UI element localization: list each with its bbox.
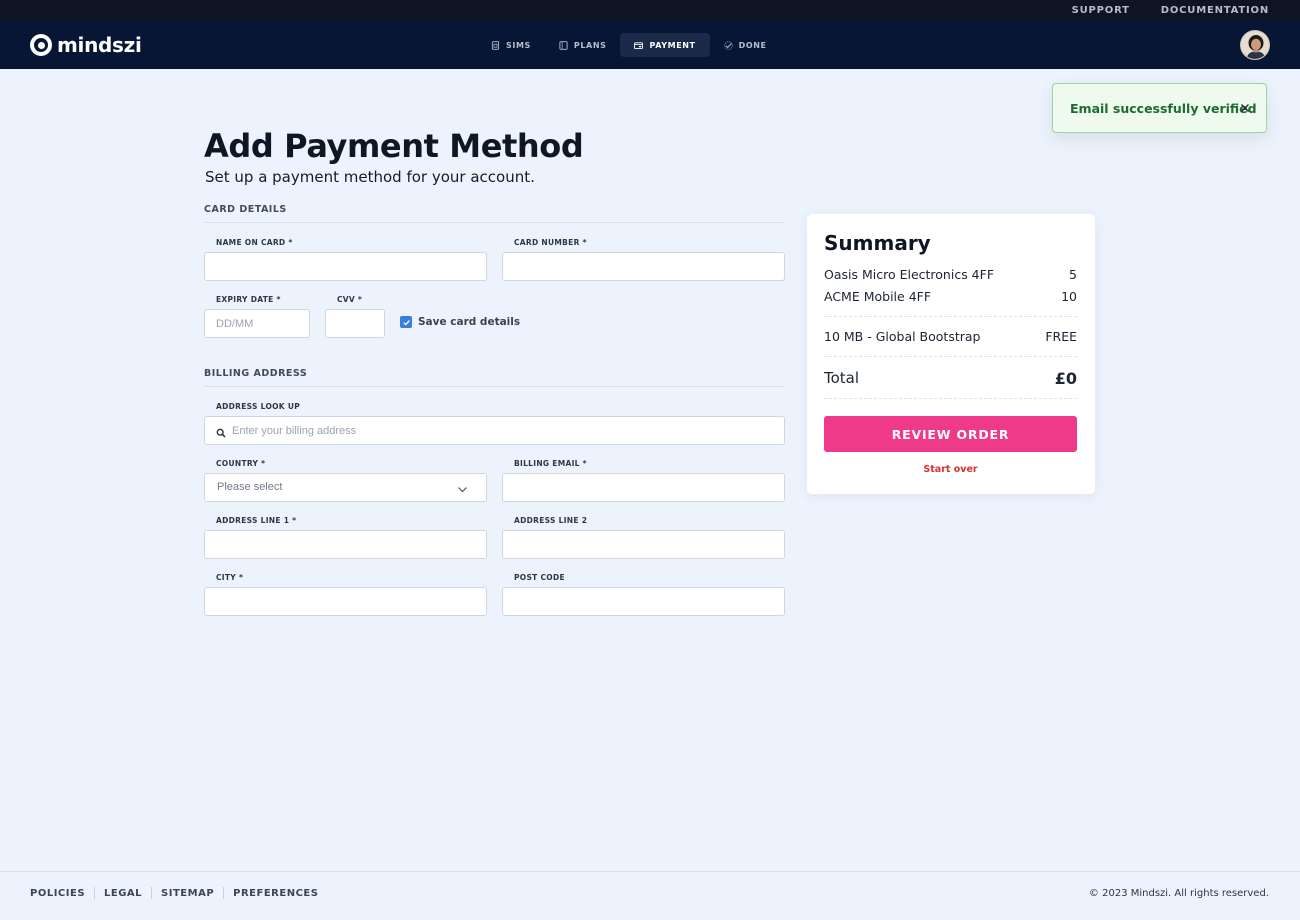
start-over-link[interactable]: Start over [824,464,1077,475]
address-lookup [204,416,785,445]
save-card-checkbox[interactable] [400,316,412,328]
documentation-link[interactable]: DOCUMENTATION [1161,5,1269,16]
order-summary-card: Summary Oasis Micro Electronics 4FF 5 AC… [807,214,1095,494]
brand-logo[interactable]: mindszi [30,33,142,57]
logo-mark-icon [30,34,52,56]
country-selected-value[interactable]: Please select [204,473,487,502]
section-divider [204,386,785,387]
step-label: PAYMENT [649,40,696,50]
summary-item-name: ACME Mobile 4FF [824,289,932,304]
support-link[interactable]: SUPPORT [1072,5,1130,16]
summary-total-row: Total £0 [824,369,1077,388]
toast-message: Email successfully verified [1070,100,1257,116]
done-icon [724,40,733,50]
page-title: Add Payment Method [204,127,584,165]
page-footer: POLICIES LEGAL SITEMAP PREFERENCES © 202… [0,871,1300,920]
page-subtitle: Set up a payment method for your account… [205,168,535,186]
main-navbar: mindszi SIMS PLANS PAYMENT DONE [0,21,1300,69]
billing-email-label: BILLING EMAIL * [514,459,587,468]
summary-plan-row: 10 MB - Global Bootstrap FREE [824,329,1077,344]
summary-divider [824,316,1077,317]
expiry-date-input[interactable] [204,309,310,338]
footer-link-legal[interactable]: LEGAL [95,888,151,899]
cvv-label: CVV * [337,295,363,304]
address-line-1-label: ADDRESS LINE 1 * [216,516,297,525]
summary-plan-price: FREE [1045,329,1077,344]
post-code-label: POST CODE [514,573,565,582]
summary-title: Summary [824,231,931,255]
utility-bar: SUPPORT DOCUMENTATION [0,0,1300,21]
step-payment[interactable]: PAYMENT [620,33,710,57]
summary-plan-name: 10 MB - Global Bootstrap [824,329,981,344]
chevron-down-icon [457,482,468,493]
summary-item-quantity: 5 [1069,267,1077,282]
copyright-text: © 2023 Mindszi. All rights reserved. [1088,888,1269,899]
summary-divider [824,398,1077,399]
billing-email-input[interactable] [502,473,785,502]
brand-name: mindszi [57,33,142,57]
footer-link-sitemap[interactable]: SITEMAP [152,888,223,899]
footer-link-policies[interactable]: POLICIES [30,888,94,899]
step-sims[interactable]: SIMS [477,33,545,57]
step-done[interactable]: DONE [710,33,781,57]
expiry-date-label: EXPIRY DATE * [216,295,281,304]
country-select[interactable]: Please select [204,473,487,502]
card-number-input[interactable] [502,252,785,281]
sim-icon [491,40,500,50]
cvv-input[interactable] [325,309,385,338]
address-line-2-label: ADDRESS LINE 2 [514,516,588,525]
save-card-label[interactable]: Save card details [418,316,520,328]
footer-link-preferences[interactable]: PREFERENCES [224,888,327,899]
user-avatar[interactable] [1240,30,1270,60]
summary-item-row: Oasis Micro Electronics 4FF 5 [824,267,1077,282]
name-on-card-label: NAME ON CARD * [216,238,293,247]
name-on-card-input[interactable] [204,252,487,281]
review-order-button[interactable]: REVIEW ORDER [824,416,1077,452]
save-card-option: Save card details [400,316,520,328]
post-code-input[interactable] [502,587,785,616]
summary-item-row: ACME Mobile 4FF 10 [824,289,1077,304]
country-label: COUNTRY * [216,459,266,468]
step-plans[interactable]: PLANS [545,33,621,57]
step-label: DONE [738,40,767,50]
close-icon[interactable] [1237,100,1253,116]
card-details-heading: CARD DETAILS [204,204,287,215]
address-lookup-input[interactable] [204,416,785,445]
address-line-2-input[interactable] [502,530,785,559]
search-icon [216,425,226,438]
summary-item-name: Oasis Micro Electronics 4FF [824,267,995,282]
summary-total-label: Total [824,369,860,387]
section-divider [204,222,785,223]
city-label: CITY * [216,573,244,582]
card-number-label: CARD NUMBER * [514,238,587,247]
billing-address-heading: BILLING ADDRESS [204,368,308,379]
summary-divider [824,356,1077,357]
summary-total-value: £0 [1054,369,1077,388]
payment-card-icon [634,41,644,50]
success-toast: Email successfully verified [1052,83,1267,133]
city-input[interactable] [204,587,487,616]
step-label: SIMS [506,40,531,50]
plans-icon [559,40,568,50]
checkout-steps: SIMS PLANS PAYMENT DONE [477,33,781,57]
address-lookup-label: ADDRESS LOOK UP [216,402,301,411]
footer-links: POLICIES LEGAL SITEMAP PREFERENCES [30,887,327,899]
address-line-1-input[interactable] [204,530,487,559]
summary-item-quantity: 10 [1061,289,1077,304]
step-label: PLANS [573,40,607,50]
